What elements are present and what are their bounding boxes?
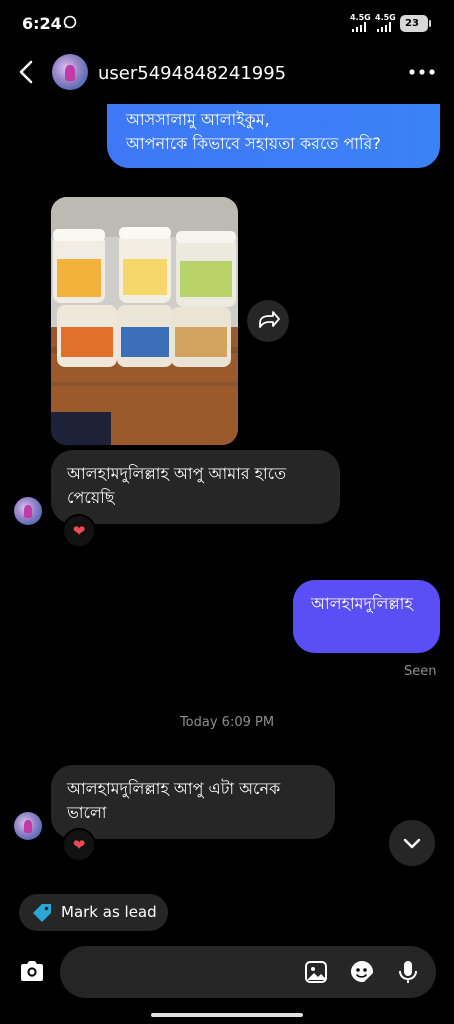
camera-icon[interactable] — [18, 958, 46, 984]
message-outgoing[interactable]: আলহামদুলিল্লাহ — [293, 580, 440, 653]
status-bar: 6:24 4.5G 4.5G 23 — [0, 0, 454, 46]
chat-header: user5494848241995 — [0, 48, 454, 100]
message-photo[interactable] — [51, 197, 238, 445]
avatar[interactable] — [14, 812, 42, 840]
message-text: আলহামদুলিল্লাহ — [311, 594, 413, 613]
network-label-1: 4.5G — [350, 13, 371, 22]
message-incoming[interactable]: আলহামদুলিল্লাহ আপু এটা অনেক ভালো — [51, 765, 335, 839]
seen-status: Seen — [404, 664, 437, 679]
message-text-line: আপনাকে কিভাবে সহায়তা করতে পারি? — [126, 134, 381, 153]
avatar[interactable] — [14, 497, 42, 525]
mark-as-lead-button[interactable]: Mark as lead — [19, 894, 168, 931]
share-button[interactable] — [247, 300, 289, 342]
avatar[interactable] — [52, 54, 88, 90]
more-options-icon[interactable] — [408, 64, 436, 80]
message-composer — [0, 944, 454, 1000]
battery-level: 23 — [405, 18, 419, 29]
message-input[interactable] — [76, 960, 296, 984]
home-indicator[interactable] — [151, 1013, 303, 1017]
date-divider: Today 6:09 PM — [179, 715, 275, 730]
username[interactable]: user5494848241995 — [98, 63, 286, 84]
scroll-to-bottom-button[interactable] — [389, 820, 435, 866]
network-label-2: 4.5G — [375, 13, 396, 22]
sticker-icon[interactable] — [348, 958, 376, 986]
product-jars-photo — [51, 197, 238, 445]
message-incoming[interactable]: আলহামদুলিল্লাহ আপু আমার হাতে পেয়েছি — [51, 450, 340, 524]
share-icon — [259, 311, 280, 328]
message-input-container[interactable] — [60, 946, 436, 998]
heart-icon[interactable]: ❤ — [62, 828, 96, 862]
signal-icon — [352, 22, 366, 32]
microphone-icon[interactable] — [394, 958, 422, 986]
signal-icon — [377, 22, 391, 32]
message-outgoing-greeting[interactable]: আসসালামু আলাইকুম, আপনাকে কিভাবে সহায়তা … — [107, 104, 440, 168]
message-text: আলহামদুলিল্লাহ আপু এটা অনেক ভালো — [67, 779, 281, 822]
message-text: আলহামদুলিল্লাহ আপু আমার হাতে পেয়েছি — [67, 464, 287, 507]
status-time: 6:24 — [22, 14, 62, 33]
tag-icon — [33, 904, 51, 922]
battery-icon: 23 — [400, 15, 431, 32]
mark-as-lead-label: Mark as lead — [61, 903, 157, 921]
whatsapp-notification-icon — [63, 15, 77, 29]
back-arrow-icon[interactable] — [14, 58, 40, 86]
gallery-icon[interactable] — [302, 958, 330, 986]
message-text-line: আসসালামু আলাইকুম, — [126, 110, 270, 129]
heart-icon[interactable]: ❤ — [62, 514, 96, 548]
chevron-down-icon — [403, 838, 421, 849]
